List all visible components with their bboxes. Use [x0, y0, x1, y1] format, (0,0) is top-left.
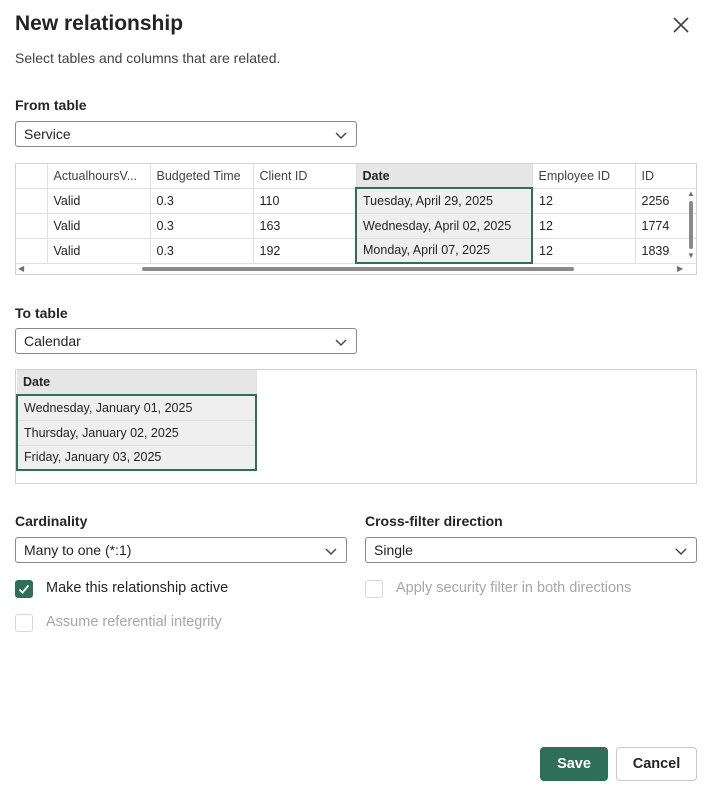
row-header-cell: [16, 164, 48, 189]
from-table-grid: ActualhoursV... Budgeted Time Client ID …: [16, 164, 696, 264]
scroll-left-arrow-icon[interactable]: ◀: [18, 265, 24, 273]
table-row: Wednesday, January 01, 2025: [16, 394, 257, 421]
chevron-down-icon: [335, 132, 347, 139]
to-table-preview: Date Wednesday, January 01, 2025 Thursda…: [15, 369, 697, 484]
column-header[interactable]: ActualhoursV...: [47, 164, 151, 189]
cross-filter-dropdown[interactable]: Single: [365, 537, 697, 563]
table-cell: 192: [253, 238, 357, 264]
save-button[interactable]: Save: [540, 747, 608, 781]
table-cell-selected[interactable]: Thursday, January 02, 2025: [16, 420, 257, 446]
make-active-label[interactable]: Make this relationship active: [46, 580, 228, 596]
close-icon[interactable]: [670, 14, 692, 36]
table-cell: Valid: [47, 238, 151, 264]
table-cell: Valid: [47, 213, 151, 239]
from-table-preview: ActualhoursV... Budgeted Time Client ID …: [15, 163, 697, 275]
table-row: Friday, January 03, 2025: [16, 445, 257, 471]
table-cell: 12: [532, 188, 636, 214]
table-row: Valid 0.3 163 Wednesday, April 02, 2025 …: [16, 213, 696, 239]
table-row: Valid 0.3 192 Monday, April 07, 2025 12 …: [16, 238, 696, 264]
to-table-value: Calendar: [24, 333, 81, 349]
cancel-button[interactable]: Cancel: [616, 747, 697, 781]
chevron-down-icon: [675, 548, 687, 555]
from-table-value: Service: [24, 126, 71, 142]
table-cell: 0.3: [150, 238, 254, 264]
table-cell-selected[interactable]: Wednesday, April 02, 2025: [355, 213, 533, 239]
column-header-selected[interactable]: Date: [356, 164, 533, 189]
column-header-selected[interactable]: Date: [17, 370, 257, 396]
row-header-cell: [16, 238, 48, 264]
from-table-label: From table: [15, 97, 87, 113]
column-header[interactable]: Employee ID: [532, 164, 636, 189]
column-header[interactable]: Client ID: [253, 164, 357, 189]
make-active-checkbox[interactable]: [15, 580, 33, 598]
to-table-dropdown[interactable]: Calendar: [15, 328, 357, 354]
from-table-dropdown[interactable]: Service: [15, 121, 357, 147]
chevron-down-icon: [325, 548, 337, 555]
to-table-grid: Date Wednesday, January 01, 2025 Thursda…: [16, 370, 257, 471]
table-cell-selected[interactable]: Tuesday, April 29, 2025: [355, 187, 533, 214]
table-cell: 0.3: [150, 213, 254, 239]
table-cell: 12: [532, 238, 636, 264]
table-cell-selected[interactable]: Wednesday, January 01, 2025: [16, 394, 257, 421]
table-cell: 1774: [635, 213, 696, 239]
cross-filter-value: Single: [374, 542, 413, 558]
security-filter-checkbox[interactable]: [365, 580, 383, 598]
row-header-cell: [16, 213, 48, 239]
dialog-subtitle: Select tables and columns that are relat…: [15, 50, 281, 66]
table-cell: 163: [253, 213, 357, 239]
table-cell: 110: [253, 188, 357, 214]
table-cell: Valid: [47, 188, 151, 214]
scroll-right-arrow-icon[interactable]: ▶: [677, 265, 683, 273]
scroll-up-arrow-icon[interactable]: ▲: [687, 190, 695, 198]
cross-filter-label: Cross-filter direction: [365, 513, 503, 529]
row-header-cell: [16, 188, 48, 214]
referential-integrity-label: Assume referential integrity: [46, 614, 222, 630]
table-row: Thursday, January 02, 2025: [16, 420, 257, 446]
dialog-title: New relationship: [15, 12, 184, 35]
cardinality-value: Many to one (*:1): [24, 542, 132, 558]
column-header[interactable]: Budgeted Time: [150, 164, 254, 189]
checkmark-icon: [18, 584, 30, 594]
cardinality-label: Cardinality: [15, 513, 88, 529]
horizontal-scrollbar[interactable]: [142, 267, 574, 271]
table-row: Valid 0.3 110 Tuesday, April 29, 2025 12…: [16, 187, 696, 214]
table-cell: 0.3: [150, 188, 254, 214]
table-cell-selected[interactable]: Friday, January 03, 2025: [16, 445, 257, 471]
security-filter-label: Apply security filter in both directions: [396, 580, 632, 596]
table-cell: 12: [532, 213, 636, 239]
vertical-scrollbar[interactable]: [689, 201, 693, 249]
chevron-down-icon: [335, 339, 347, 346]
from-table-header-row: ActualhoursV... Budgeted Time Client ID …: [16, 164, 696, 189]
referential-integrity-checkbox[interactable]: [15, 614, 33, 632]
to-table-header-row: Date: [17, 370, 257, 396]
cardinality-dropdown[interactable]: Many to one (*:1): [15, 537, 347, 563]
to-table-label: To table: [15, 305, 68, 321]
table-cell-selected[interactable]: Monday, April 07, 2025: [355, 238, 533, 264]
scroll-down-arrow-icon[interactable]: ▼: [687, 252, 695, 260]
column-header[interactable]: ID: [635, 164, 696, 189]
